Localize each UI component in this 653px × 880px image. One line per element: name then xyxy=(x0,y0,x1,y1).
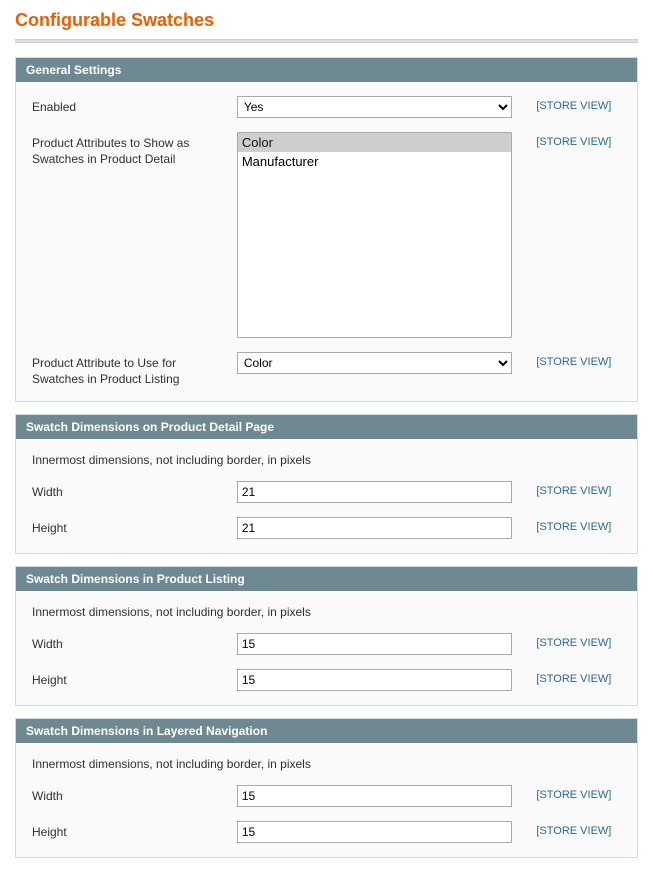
label-layered-width: Width xyxy=(32,785,237,804)
label-enabled: Enabled xyxy=(32,96,237,115)
note-layered-dims: Innermost dimensions, not including bord… xyxy=(32,757,621,771)
select-enabled[interactable]: YesNo xyxy=(237,96,513,118)
row-enabled: Enabled YesNo [STORE VIEW] xyxy=(32,96,621,118)
row-layered-height: Height [STORE VIEW] xyxy=(32,821,621,843)
scope-label: [STORE VIEW] xyxy=(512,821,621,837)
scope-label: [STORE VIEW] xyxy=(512,352,621,368)
section-detail-dimensions: Swatch Dimensions on Product Detail Page… xyxy=(15,414,638,554)
input-detail-height[interactable] xyxy=(237,517,513,539)
label-detail-attributes: Product Attributes to Show as Swatches i… xyxy=(32,132,237,167)
multiselect-detail-attributes[interactable]: ColorManufacturer xyxy=(237,132,513,338)
row-listing-attribute: Product Attribute to Use for Swatches in… xyxy=(32,352,621,387)
select-listing-attribute[interactable]: ColorManufacturer xyxy=(237,352,513,374)
section-header-general[interactable]: General Settings xyxy=(16,58,637,82)
scope-label: [STORE VIEW] xyxy=(512,481,621,497)
label-listing-attribute: Product Attribute to Use for Swatches in… xyxy=(32,352,237,387)
label-detail-width: Width xyxy=(32,481,237,500)
row-detail-height: Height [STORE VIEW] xyxy=(32,517,621,539)
input-listing-width[interactable] xyxy=(237,633,513,655)
label-detail-height: Height xyxy=(32,517,237,536)
row-detail-attributes: Product Attributes to Show as Swatches i… xyxy=(32,132,621,338)
row-detail-width: Width [STORE VIEW] xyxy=(32,481,621,503)
scope-label: [STORE VIEW] xyxy=(512,669,621,685)
title-divider xyxy=(15,39,638,43)
scope-label: [STORE VIEW] xyxy=(512,785,621,801)
section-header-listing-dims[interactable]: Swatch Dimensions in Product Listing xyxy=(16,567,637,591)
row-listing-width: Width [STORE VIEW] xyxy=(32,633,621,655)
label-listing-width: Width xyxy=(32,633,237,652)
scope-label: [STORE VIEW] xyxy=(512,633,621,649)
scope-label: [STORE VIEW] xyxy=(512,96,621,112)
note-detail-dims: Innermost dimensions, not including bord… xyxy=(32,453,621,467)
note-listing-dims: Innermost dimensions, not including bord… xyxy=(32,605,621,619)
section-listing-dimensions: Swatch Dimensions in Product Listing Inn… xyxy=(15,566,638,706)
row-listing-height: Height [STORE VIEW] xyxy=(32,669,621,691)
scope-label: [STORE VIEW] xyxy=(512,517,621,533)
input-detail-width[interactable] xyxy=(237,481,513,503)
row-layered-width: Width [STORE VIEW] xyxy=(32,785,621,807)
input-layered-height[interactable] xyxy=(237,821,513,843)
section-header-detail-dims[interactable]: Swatch Dimensions on Product Detail Page xyxy=(16,415,637,439)
label-layered-height: Height xyxy=(32,821,237,840)
section-layered-dimensions: Swatch Dimensions in Layered Navigation … xyxy=(15,718,638,858)
page-title: Configurable Swatches xyxy=(15,10,638,39)
scope-label: [STORE VIEW] xyxy=(512,132,621,148)
input-layered-width[interactable] xyxy=(237,785,513,807)
section-header-layered-dims[interactable]: Swatch Dimensions in Layered Navigation xyxy=(16,719,637,743)
input-listing-height[interactable] xyxy=(237,669,513,691)
section-general-settings: General Settings Enabled YesNo [STORE VI… xyxy=(15,57,638,402)
label-listing-height: Height xyxy=(32,669,237,688)
